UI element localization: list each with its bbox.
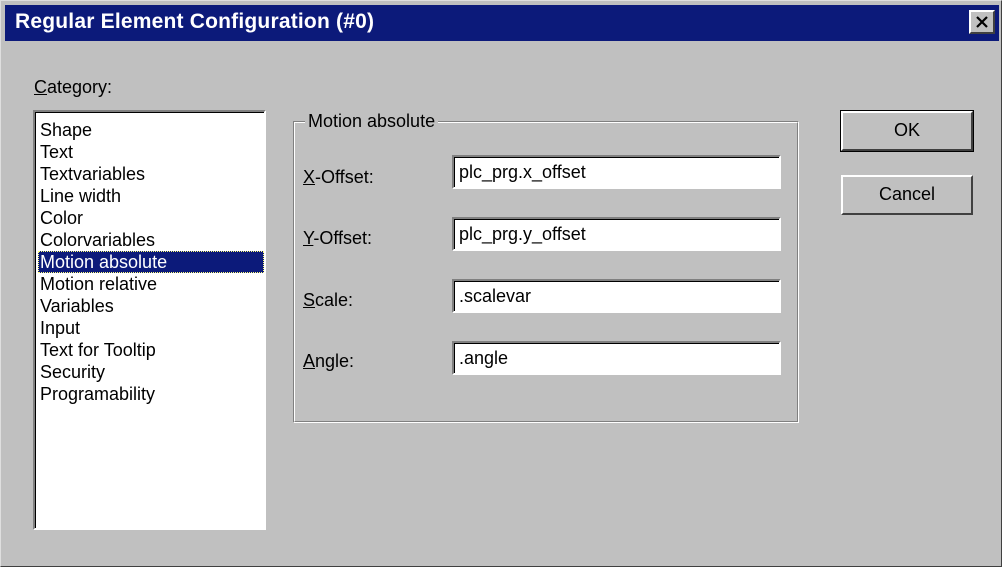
angle-input[interactable] [454, 343, 779, 373]
window-title: Regular Element Configuration (#0) [15, 10, 375, 33]
y-offset-field[interactable] [452, 217, 781, 251]
y-offset-label: Y-Offset: [303, 228, 372, 249]
scale-field[interactable] [452, 279, 781, 313]
scale-label-rest: cale: [315, 290, 354, 310]
category-item-textvariables[interactable]: Textvariables [38, 163, 264, 185]
scale-label-accel: S [303, 290, 316, 310]
category-item-programability[interactable]: Programability [38, 383, 264, 405]
y-offset-label-accel: Y [303, 228, 314, 248]
category-item-security[interactable]: Security [38, 361, 264, 383]
angle-label: Angle: [303, 351, 354, 372]
y-offset-input[interactable] [454, 219, 779, 249]
category-item-shape[interactable]: Shape [38, 119, 264, 141]
x-offset-label: X-Offset: [303, 167, 374, 188]
category-item-line-width[interactable]: Line width [38, 185, 264, 207]
close-button[interactable] [969, 10, 995, 34]
x-offset-label-rest: -Offset: [315, 167, 374, 187]
category-listbox-frame: Shape Text Textvariables Line width Colo… [35, 112, 264, 528]
title-bar[interactable]: Regular Element Configuration (#0) [5, 5, 999, 41]
angle-label-rest: ngle: [315, 351, 355, 371]
cancel-button[interactable]: Cancel [841, 175, 973, 215]
category-item-text-for-tooltip[interactable]: Text for Tooltip [38, 339, 264, 361]
category-label: Category: [34, 77, 112, 98]
category-item-input[interactable]: Input [38, 317, 264, 339]
scale-input[interactable] [454, 281, 779, 311]
category-item-variables[interactable]: Variables [38, 295, 264, 317]
category-item-color[interactable]: Color [38, 207, 264, 229]
y-offset-label-rest: -Offset: [313, 228, 373, 248]
x-offset-label-accel: X [303, 167, 316, 187]
group-title: Motion absolute [305, 110, 439, 132]
scale-label: Scale: [303, 290, 353, 311]
category-item-text[interactable]: Text [38, 141, 264, 163]
angle-label-accel: A [303, 351, 316, 371]
category-label-accel: C [34, 77, 47, 97]
category-item-motion-relative[interactable]: Motion relative [38, 273, 264, 295]
category-item-motion-absolute[interactable]: Motion absolute [38, 251, 264, 273]
angle-field[interactable] [452, 341, 781, 375]
category-label-rest: ategory: [47, 77, 113, 97]
category-item-colorvariables[interactable]: Colorvariables [38, 229, 264, 251]
close-icon [976, 16, 988, 28]
dialog-window: Regular Element Configuration (#0) Categ… [0, 0, 1002, 567]
x-offset-field[interactable] [452, 155, 781, 189]
x-offset-input[interactable] [454, 157, 779, 187]
ok-button[interactable]: OK [840, 110, 974, 152]
category-listbox[interactable]: Shape Text Textvariables Line width Colo… [33, 110, 266, 530]
